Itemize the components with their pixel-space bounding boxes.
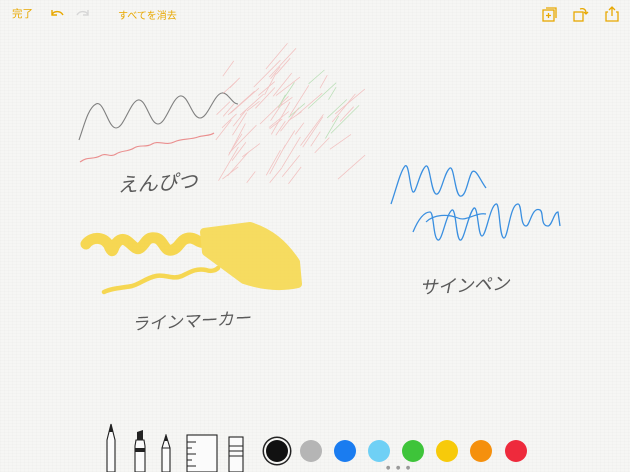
hatch-line xyxy=(268,48,297,78)
hatch-line xyxy=(307,82,337,109)
color-swatch-yellow[interactable] xyxy=(436,440,458,462)
hatch-line xyxy=(330,105,360,134)
hatch-line xyxy=(272,72,293,97)
color-swatch-black[interactable] xyxy=(266,440,288,462)
signpen-stroke-blue-1 xyxy=(390,165,487,205)
hatch-line xyxy=(280,107,300,132)
annotation-signpen: サインペン xyxy=(419,273,511,299)
rotate-icon[interactable] xyxy=(571,5,589,23)
share-icon[interactable] xyxy=(603,5,621,23)
hatch-line xyxy=(221,113,237,129)
color-swatch-red[interactable] xyxy=(505,440,527,462)
page-indicator-dots: ● ● ● xyxy=(386,465,413,471)
color-swatch-blue[interactable] xyxy=(334,440,356,462)
pencil-icon[interactable] xyxy=(158,434,174,472)
add-page-icon[interactable] xyxy=(540,5,558,23)
done-button[interactable]: 完了 xyxy=(12,6,33,21)
hatch-line xyxy=(255,87,276,109)
color-swatch-light-blue[interactable] xyxy=(368,440,390,462)
hatch-line xyxy=(289,85,310,116)
hatch-line xyxy=(265,150,281,176)
clear-all-button[interactable]: すべてを消去 xyxy=(118,7,177,22)
hatch-line xyxy=(275,57,291,75)
hatch-line xyxy=(326,99,348,119)
hatch-line xyxy=(264,73,277,95)
hatch-line xyxy=(218,146,239,181)
pencil-hatch-scribble xyxy=(215,42,366,185)
hatch-line xyxy=(222,60,235,77)
annotation-pencil: えんぴつ xyxy=(117,169,199,197)
hatch-line xyxy=(281,154,301,177)
pencil-stroke-red xyxy=(79,132,215,163)
hatch-line xyxy=(269,144,286,175)
hatch-line xyxy=(329,134,352,150)
hatch-line xyxy=(230,87,260,114)
hatch-line xyxy=(308,69,325,85)
hatch-line xyxy=(269,118,283,130)
hatch-line xyxy=(246,171,256,184)
hatch-line xyxy=(215,119,232,141)
pen-icon[interactable] xyxy=(103,422,119,472)
hatch-line xyxy=(227,152,249,177)
redo-icon[interactable] xyxy=(74,5,92,23)
highlighter-strokes xyxy=(80,222,302,295)
hatch-line xyxy=(259,96,289,125)
color-swatch-orange[interactable] xyxy=(470,440,492,462)
hatch-line xyxy=(288,166,302,185)
marker-icon[interactable] xyxy=(132,430,148,472)
hatch-line xyxy=(227,90,255,116)
hatch-line xyxy=(242,143,261,158)
undo-icon[interactable] xyxy=(48,5,66,23)
hatch-line xyxy=(296,92,323,116)
hatch-line xyxy=(319,75,328,89)
pencil-stroke-gray xyxy=(78,92,239,141)
color-swatch-gray[interactable] xyxy=(300,440,322,462)
hatch-line xyxy=(222,81,237,94)
hatch-line xyxy=(294,122,305,135)
hatch-line xyxy=(216,101,231,115)
hatch-line xyxy=(257,81,276,96)
signpen-stroke-blue-2 xyxy=(412,203,561,241)
hatch-line xyxy=(339,106,354,122)
hatch-line xyxy=(270,101,291,135)
hatch-line xyxy=(337,154,366,180)
hatch-line xyxy=(281,136,301,168)
hatch-line xyxy=(314,137,330,154)
hatch-line xyxy=(239,93,264,116)
sketch-layer[interactable]: えんぴつ ラインマーカー サインペン xyxy=(0,0,630,430)
hatch-line xyxy=(310,131,321,147)
hatch-line xyxy=(281,82,295,102)
color-swatch-green[interactable] xyxy=(402,440,424,462)
ruler-icon[interactable] xyxy=(186,434,218,472)
top-toolbar: 完了 すべてを消去 xyxy=(0,0,630,30)
eraser-icon[interactable] xyxy=(228,436,244,472)
hatch-line xyxy=(300,114,324,146)
annotation-marker: ラインマーカー xyxy=(131,309,252,335)
